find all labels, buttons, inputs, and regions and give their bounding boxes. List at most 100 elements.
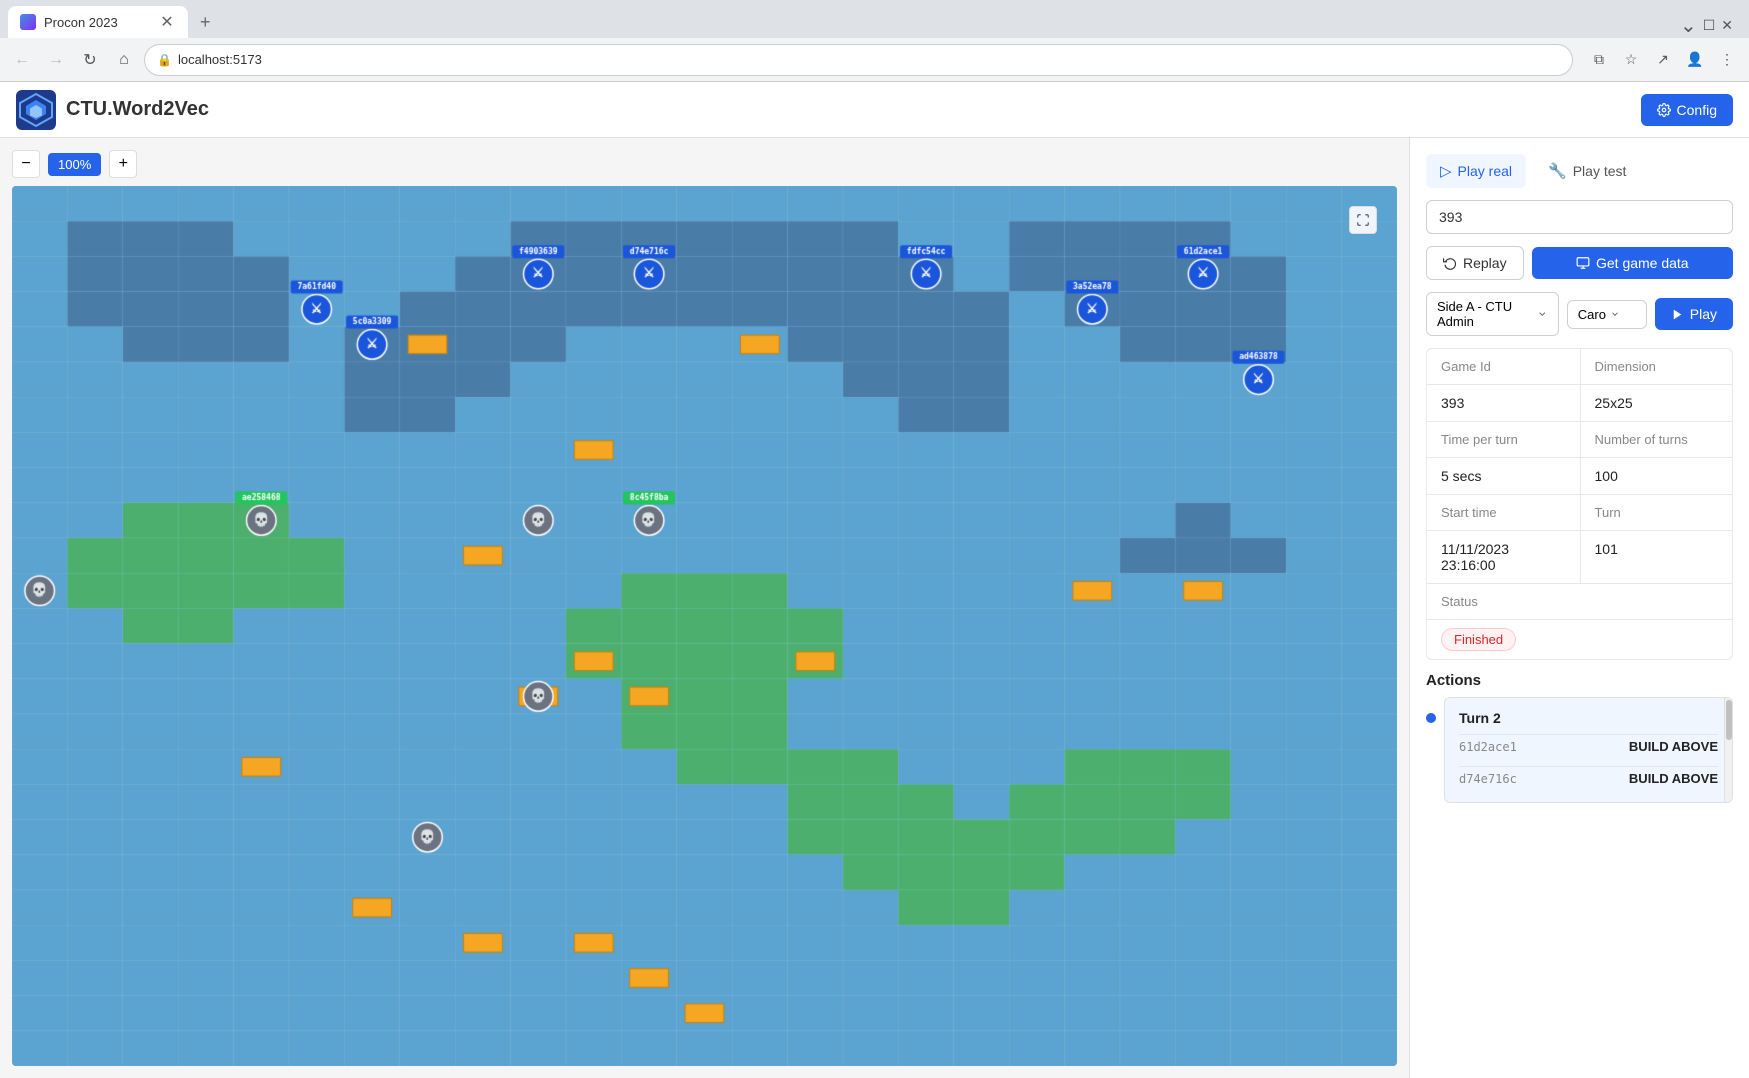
- action-type-1: BUILD ABOVE: [1629, 771, 1718, 786]
- action-agent-1: d74e716c: [1459, 772, 1517, 786]
- scroll-thumb: [1726, 700, 1732, 740]
- url-text: localhost:5173: [178, 52, 262, 67]
- fullscreen-button[interactable]: [1349, 206, 1377, 234]
- action-turn-label: Turn 2: [1459, 710, 1718, 726]
- action-entry-1: d74e716c BUILD ABOVE: [1459, 766, 1718, 790]
- play-game-button[interactable]: Play: [1655, 298, 1733, 330]
- number-of-turns-header: Number of turns: [1580, 422, 1733, 457]
- game-id-header: Game Id: [1427, 349, 1580, 384]
- extensions-button[interactable]: ⧉: [1585, 46, 1613, 74]
- forward-button[interactable]: →: [42, 46, 70, 74]
- status-cell: Finished: [1427, 620, 1580, 659]
- game-action-row: Replay Get game data: [1426, 246, 1733, 280]
- info-row-start-value: 11/11/2023 23:16:00 101: [1427, 530, 1732, 583]
- config-button[interactable]: Config: [1641, 94, 1733, 126]
- start-time-value: 11/11/2023 23:16:00: [1427, 531, 1580, 583]
- time-per-turn-header: Time per turn: [1427, 422, 1580, 457]
- tab-close-button[interactable]: ✕: [158, 13, 176, 31]
- star-button[interactable]: ☆: [1617, 46, 1645, 74]
- side-selector-chevron-icon: [1537, 308, 1547, 320]
- action-agent-0: 61d2ace1: [1459, 740, 1517, 754]
- info-row-time-value: 5 secs 100: [1427, 457, 1732, 494]
- info-table: Game Id Dimension 393 25x25 Time per tur…: [1426, 348, 1733, 660]
- zoom-out-button[interactable]: −: [12, 150, 40, 178]
- app: CTU.Word2Vec Config − 100% +: [0, 82, 1749, 1078]
- status-badge: Finished: [1441, 628, 1516, 651]
- home-button[interactable]: ⌂: [110, 46, 138, 74]
- tab-favicon: [20, 14, 36, 30]
- app-main: − 100% +: [0, 138, 1749, 1078]
- number-of-turns-value: 100: [1580, 458, 1733, 494]
- game-map-canvas: [12, 186, 1397, 1066]
- fullscreen-icon: [1356, 213, 1370, 227]
- play-test-tab[interactable]: 🔧 Play test: [1534, 154, 1640, 188]
- side-selector-row: Side A - CTU Admin Caro Play: [1426, 292, 1733, 336]
- game-id-value: 393: [1427, 385, 1580, 421]
- side-selector-label: Side A - CTU Admin: [1437, 299, 1537, 329]
- restore-button[interactable]: ☐: [1703, 17, 1716, 34]
- browser-tabs: Procon 2023 ✕ + ⌄ ☐ ✕: [0, 0, 1749, 38]
- play-tabs: ▷ Play real 🔧 Play test: [1426, 154, 1733, 188]
- get-data-icon: [1576, 256, 1590, 270]
- scroll-indicator[interactable]: [1724, 698, 1732, 802]
- caro-label: Caro: [1578, 307, 1606, 322]
- replay-label: Replay: [1463, 255, 1507, 271]
- play-icon: [1671, 308, 1684, 321]
- actions-section: Actions Turn 2 61d2ace1 BUILD ABOVE: [1426, 672, 1733, 803]
- actions-list: Turn 2 61d2ace1 BUILD ABOVE d74e716c BUI…: [1444, 697, 1733, 803]
- logo-text: CTU.Word2Vec: [66, 98, 209, 121]
- action-dot: [1426, 713, 1436, 723]
- time-per-turn-value: 5 secs: [1427, 458, 1580, 494]
- share-button[interactable]: ↗: [1649, 46, 1677, 74]
- get-game-data-label: Get game data: [1596, 255, 1689, 271]
- info-row-time-header: Time per turn Number of turns: [1427, 421, 1732, 457]
- action-turn-item: Turn 2 61d2ace1 BUILD ABOVE d74e716c BUI…: [1445, 698, 1732, 802]
- menu-button[interactable]: ⋮: [1713, 46, 1741, 74]
- new-tab-button[interactable]: +: [192, 6, 219, 38]
- play-test-label: Play test: [1573, 163, 1627, 179]
- map-controls: − 100% +: [12, 150, 1397, 178]
- dimension-value: 25x25: [1580, 385, 1733, 421]
- lock-icon: 🔒: [157, 53, 172, 67]
- profile-button[interactable]: 👤: [1681, 46, 1709, 74]
- action-type-0: BUILD ABOVE: [1629, 739, 1718, 754]
- actions-title: Actions: [1426, 672, 1733, 689]
- replay-icon: [1443, 256, 1457, 270]
- play-real-label: Play real: [1458, 163, 1512, 179]
- replay-button[interactable]: Replay: [1426, 246, 1524, 280]
- minimize-button[interactable]: ⌄: [1680, 13, 1697, 38]
- toolbar-right: ⧉ ☆ ↗ 👤 ⋮: [1585, 46, 1741, 74]
- play-real-icon: ▷: [1440, 162, 1452, 180]
- refresh-button[interactable]: ↻: [76, 46, 104, 74]
- browser-toolbar: ← → ↻ ⌂ 🔒 localhost:5173 ⧉ ☆ ↗ 👤 ⋮: [0, 38, 1749, 82]
- address-bar[interactable]: 🔒 localhost:5173: [144, 44, 1573, 76]
- turn-value: 101: [1580, 531, 1733, 583]
- logo-icon: [16, 90, 56, 130]
- tab-title: Procon 2023: [44, 15, 118, 30]
- get-game-data-button[interactable]: Get game data: [1532, 247, 1733, 279]
- caro-chevron-icon: [1610, 309, 1620, 319]
- action-entry-0: 61d2ace1 BUILD ABOVE: [1459, 734, 1718, 758]
- map-area: − 100% +: [0, 138, 1409, 1078]
- play-real-tab[interactable]: ▷ Play real: [1426, 154, 1526, 188]
- config-icon: [1657, 103, 1671, 117]
- play-game-label: Play: [1690, 306, 1717, 322]
- zoom-in-button[interactable]: +: [109, 150, 137, 178]
- close-window-button[interactable]: ✕: [1721, 17, 1733, 34]
- info-row-status-header: Status: [1427, 583, 1732, 619]
- zoom-level: 100%: [48, 153, 101, 176]
- status-header: Status: [1427, 584, 1580, 619]
- game-id-input[interactable]: [1426, 200, 1733, 234]
- play-test-icon: 🔧: [1548, 162, 1567, 180]
- info-row-start-header: Start time Turn: [1427, 494, 1732, 530]
- sidebar: ▷ Play real 🔧 Play test: [1409, 138, 1749, 1078]
- game-canvas: [12, 186, 1397, 1066]
- caro-selector[interactable]: Caro: [1567, 300, 1647, 329]
- side-selector[interactable]: Side A - CTU Admin: [1426, 292, 1559, 336]
- info-row-game-id-header: Game Id Dimension: [1427, 349, 1732, 384]
- app-logo: CTU.Word2Vec: [16, 90, 209, 130]
- turn-header: Turn: [1580, 495, 1733, 530]
- info-row-status-value: Finished: [1427, 619, 1732, 659]
- back-button[interactable]: ←: [8, 46, 36, 74]
- active-tab[interactable]: Procon 2023 ✕: [8, 6, 188, 38]
